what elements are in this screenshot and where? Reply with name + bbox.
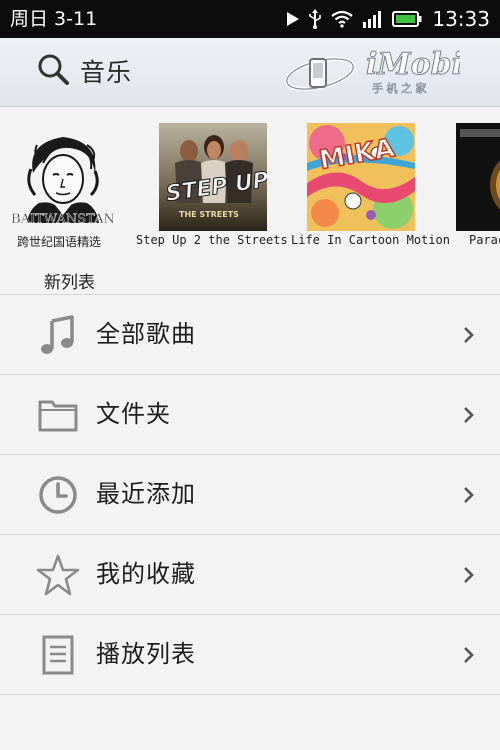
list-icon (36, 633, 80, 677)
album-cover[interactable]: STEP UP THE STREETS (159, 123, 267, 231)
chevron-right-icon (462, 645, 476, 665)
menu-label: 全部歌曲 (96, 320, 196, 348)
menu-item-folders[interactable]: 文件夹 (0, 375, 500, 455)
brand-name: iMobile (366, 47, 460, 82)
album-cover[interactable]: BAITWANSTAN (9, 123, 117, 231)
status-time: 13:33 (432, 7, 490, 31)
status-bar: 周日 3-11 13:33 (0, 0, 500, 38)
status-icons: 13:33 (286, 6, 490, 32)
header-bar: 音乐 iMobile 手 机 之 家 (0, 38, 500, 107)
album-art-text: BAITWANSTAN (11, 212, 115, 227)
page-title: 音乐 (80, 58, 133, 87)
wifi-icon (330, 10, 354, 28)
play-icon (286, 11, 300, 27)
menu-item-all-songs[interactable]: 全部歌曲 (0, 295, 500, 375)
menu-label: 文件夹 (96, 400, 171, 428)
chevron-right-icon (462, 565, 476, 585)
album-title: Life In Cartoon Motion (291, 233, 450, 247)
album-title: 跨世纪国语精选 (17, 235, 102, 249)
album-cover[interactable] (456, 123, 500, 231)
usb-icon (308, 9, 322, 29)
album-art-subtext: THE STREETS (179, 210, 239, 219)
menu-label: 播放列表 (96, 640, 196, 668)
album-title: Parac (469, 233, 500, 247)
chevron-right-icon (462, 405, 476, 425)
menu-item-recently-added[interactable]: 最近添加 (0, 455, 500, 535)
menu-list: 全部歌曲 文件夹 最近添加 我的收藏 播放列表 (0, 294, 500, 695)
battery-icon (392, 10, 422, 28)
brand-subtitle: 手 机 之 家 (372, 81, 427, 95)
star-icon (36, 553, 80, 597)
section-label: 新列表 (44, 273, 95, 293)
menu-label: 我的收藏 (96, 560, 196, 588)
search-icon (36, 52, 70, 90)
brand-logo: iMobile 手 机 之 家 (280, 46, 494, 98)
search-button[interactable]: 音乐 (36, 51, 132, 91)
menu-label: 最近添加 (96, 480, 196, 508)
folder-icon (36, 393, 80, 437)
menu-item-favorites[interactable]: 我的收藏 (0, 535, 500, 615)
albums-carousel[interactable]: BAITWANSTAN 跨世纪国语精选 STEP UP THE STREETS … (0, 107, 500, 257)
album-cover[interactable]: MIKA (307, 123, 415, 231)
menu-item-playlists[interactable]: 播放列表 (0, 615, 500, 695)
album-title: Step Up 2 the Streets (136, 233, 288, 247)
chevron-right-icon (462, 485, 476, 505)
chevron-right-icon (462, 325, 476, 345)
clock-icon (36, 473, 80, 517)
music-note-icon (36, 313, 80, 357)
signal-icon (362, 10, 384, 28)
status-date: 周日 3-11 (10, 8, 98, 30)
